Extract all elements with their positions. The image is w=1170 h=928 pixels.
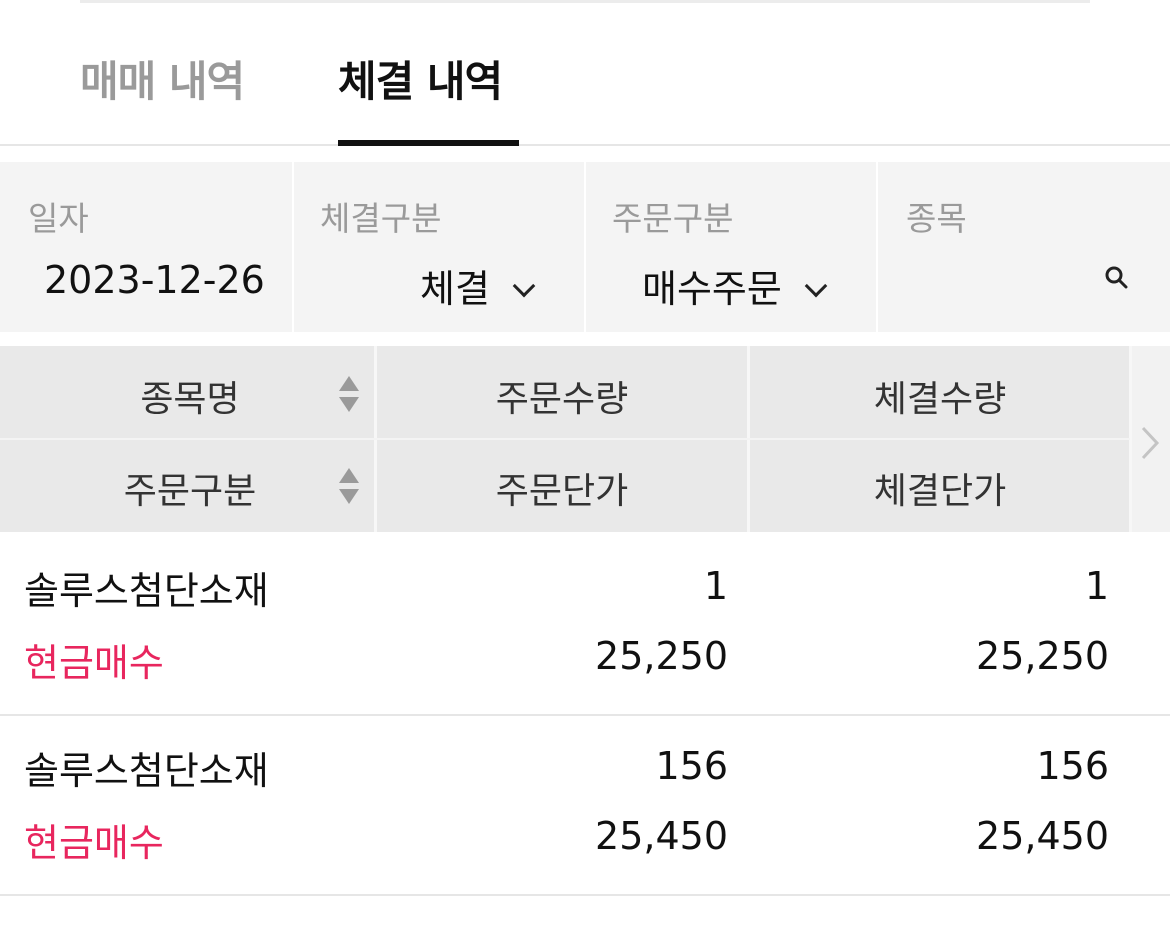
filter-bar: 일자 2023-12-26 체결구분 체결 주문구분 매수주문 종목 <box>0 162 1170 332</box>
chevron-right-icon[interactable] <box>1140 425 1160 461</box>
stock-search-filter[interactable]: 종목 <box>878 162 1170 332</box>
order-qty: 156 <box>655 744 728 788</box>
table-row[interactable]: 솔루스첨단소재 현금매수 156 25,450 156 25,450 <box>0 716 1170 896</box>
exec-price: 25,250 <box>976 634 1109 678</box>
header-exec-price: 체결단가 <box>873 471 1007 512</box>
exec-price: 25,450 <box>976 814 1109 858</box>
header-row-divider <box>0 438 1130 440</box>
header-order-qty: 주문수량 <box>495 379 629 420</box>
order-qty: 1 <box>703 564 728 608</box>
order-type-filter-value: 매수주문 <box>642 258 828 313</box>
order-type: 현금매수 <box>24 821 164 865</box>
sort-icon[interactable] <box>338 374 360 414</box>
order-price: 25,250 <box>595 634 728 678</box>
exec-type-filter[interactable]: 체결구분 체결 <box>294 162 584 332</box>
order-type: 현금매수 <box>24 641 164 685</box>
header-order-price: 주문단가 <box>495 471 629 512</box>
date-filter-value: 2023-12-26 <box>44 258 265 302</box>
date-filter-label: 일자 <box>28 199 89 238</box>
exec-qty: 1 <box>1084 564 1109 608</box>
table-row[interactable]: 솔루스첨단소재 현금매수 1 25,250 1 25,250 <box>0 536 1170 716</box>
stock-filter-label: 종목 <box>906 199 967 238</box>
header-exec-qty: 체결수량 <box>873 379 1007 420</box>
table-header: 종목명 주문구분 주문수량 주문단가 체결수량 체결단가 <box>0 346 1170 532</box>
exec-type-value-text: 체결 <box>420 267 490 311</box>
order-type-filter-label: 주문구분 <box>612 199 734 238</box>
header-stock-name[interactable]: 종목명 <box>60 370 320 422</box>
tab-execution-history[interactable]: 체결 내역 <box>338 48 503 109</box>
stock-name: 솔루스첨단소재 <box>24 569 269 613</box>
exec-qty: 156 <box>1036 744 1109 788</box>
exec-type-filter-value: 체결 <box>420 258 536 313</box>
tab-trade-history[interactable]: 매매 내역 <box>80 48 245 109</box>
order-price: 25,450 <box>595 814 728 858</box>
tab-bar: 매매 내역 체결 내역 <box>0 0 1170 146</box>
order-type-value-text: 매수주문 <box>642 267 782 311</box>
exec-type-filter-label: 체결구분 <box>320 199 442 238</box>
sort-icon[interactable] <box>338 466 360 506</box>
order-type-filter[interactable]: 주문구분 매수주문 <box>586 162 876 332</box>
search-icon[interactable] <box>1104 265 1128 289</box>
active-tab-indicator <box>338 140 519 146</box>
stock-name: 솔루스첨단소재 <box>24 749 269 793</box>
header-order-type[interactable]: 주문구분 <box>60 462 320 514</box>
chevron-down-icon <box>804 274 828 298</box>
date-filter[interactable]: 일자 2023-12-26 <box>0 162 292 332</box>
chevron-down-icon <box>512 274 536 298</box>
